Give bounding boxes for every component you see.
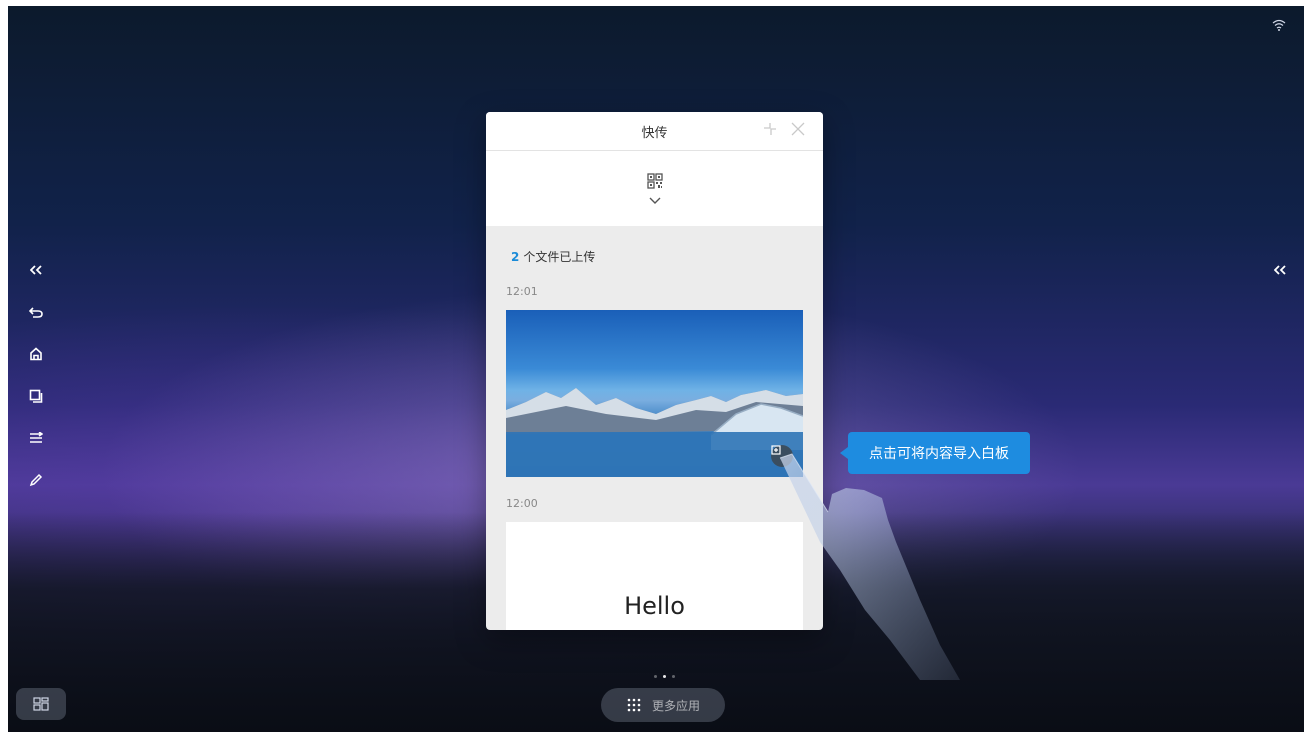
menu-icon[interactable] xyxy=(22,424,50,452)
apps-grid-icon xyxy=(627,698,641,712)
item-time: 12:01 xyxy=(506,285,538,298)
panel-header-actions xyxy=(763,122,805,136)
left-toolbar xyxy=(22,256,50,496)
window-overview-button[interactable] xyxy=(16,688,66,720)
pen-icon[interactable] xyxy=(22,466,50,494)
upload-count-label: 个文件已上传 xyxy=(523,250,596,264)
hand-gesture-illustration xyxy=(779,453,960,680)
uploaded-text-card[interactable]: Hello xyxy=(506,522,803,630)
right-toolbar-toggle[interactable] xyxy=(1266,256,1294,284)
window-switch-icon[interactable] xyxy=(22,382,50,410)
qr-code-icon xyxy=(646,172,663,189)
wifi-icon xyxy=(1272,16,1286,35)
qr-code-toggle[interactable] xyxy=(486,151,823,226)
double-chevron-left-icon xyxy=(1274,265,1286,275)
close-icon[interactable] xyxy=(791,122,805,136)
page-dot xyxy=(671,674,675,678)
double-chevron-left-icon[interactable] xyxy=(22,256,50,284)
upload-count-number: 2 xyxy=(511,250,520,264)
more-apps-label: 更多应用 xyxy=(651,698,700,713)
home-icon[interactable] xyxy=(22,340,50,368)
chevron-down-icon xyxy=(649,197,660,204)
page-indicator xyxy=(649,671,679,681)
page-dot xyxy=(653,674,657,678)
landscape-photo xyxy=(506,388,803,477)
minimize-icon[interactable] xyxy=(763,122,777,136)
panel-header: 快传 xyxy=(486,112,823,151)
grid-windows-icon xyxy=(33,697,49,711)
panel-title: 快传 xyxy=(641,125,668,141)
page-dot-active xyxy=(662,674,666,678)
uploaded-image-card[interactable] xyxy=(506,310,803,477)
text-card-content: Hello xyxy=(624,592,685,620)
back-icon[interactable] xyxy=(22,298,50,326)
upload-count: 2 个文件已上传 xyxy=(511,248,823,265)
more-apps-button[interactable]: 更多应用 xyxy=(601,688,725,722)
